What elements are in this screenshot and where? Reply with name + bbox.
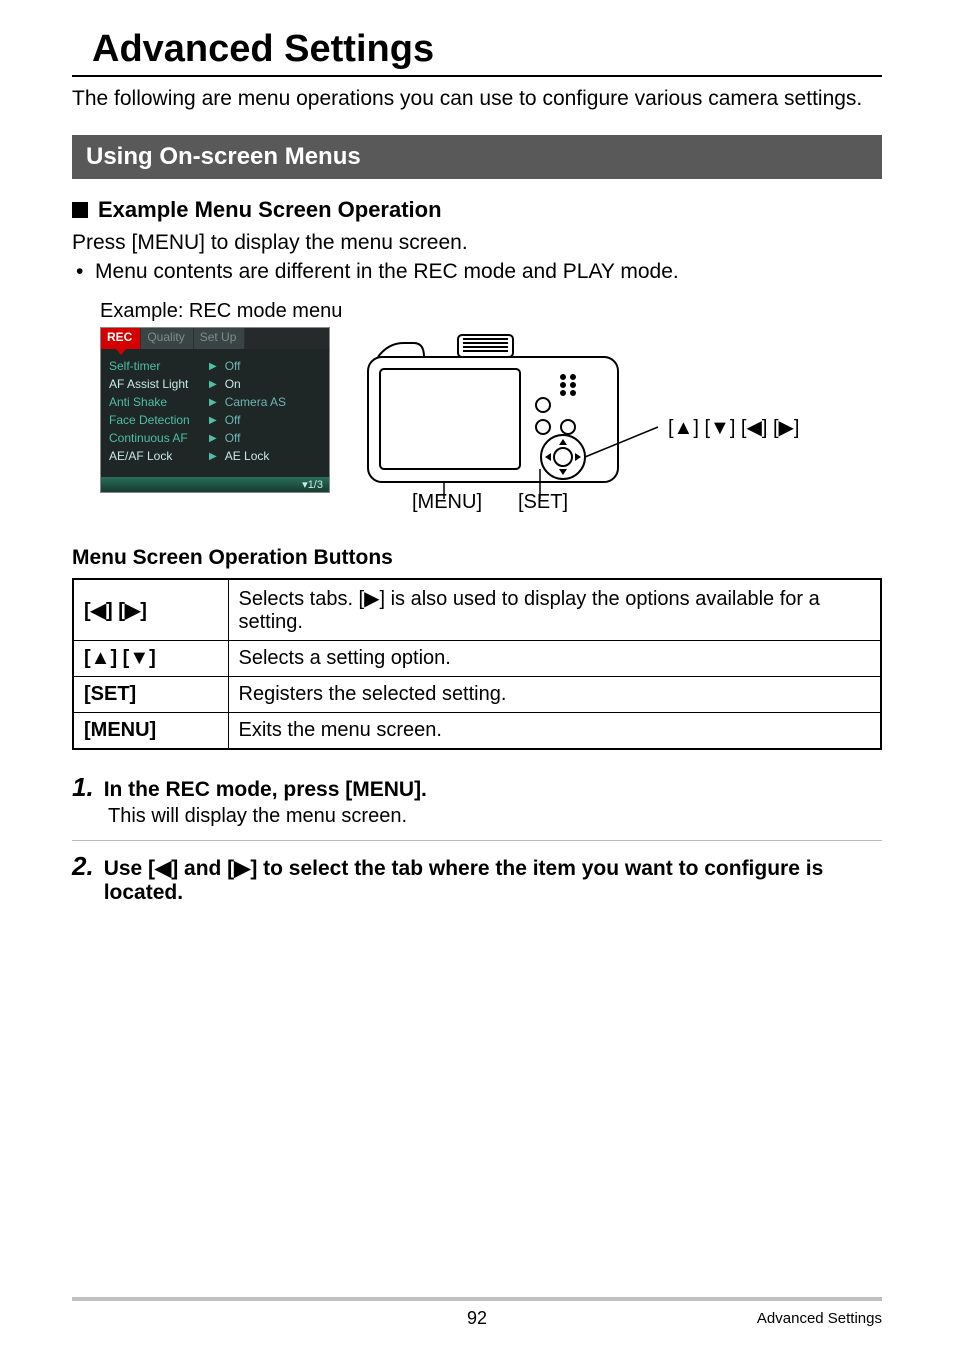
ops-desc: Selects a setting option. — [228, 641, 881, 677]
title-rule — [72, 75, 882, 77]
steps: 1. In the REC mode, press [MENU]. This w… — [72, 772, 882, 905]
example-label: Example: REC mode menu — [100, 300, 882, 323]
chevron-right-icon: ▶ — [209, 397, 217, 408]
step-body: This will display the menu screen. — [108, 805, 882, 828]
ops-table-title: Menu Screen Operation Buttons — [72, 546, 882, 570]
camera-illustration: [MENU] [SET] [▲] [▼] [◀] [▶] — [358, 327, 882, 522]
footer-rule — [72, 1297, 882, 1301]
footer-section: Advanced Settings — [757, 1310, 882, 1327]
press-menu-text: Press [MENU] to display the menu screen. — [72, 229, 882, 257]
mode-note-text: • Menu contents are different in the REC… — [76, 258, 882, 286]
table-row: [SET] Registers the selected setting. — [73, 677, 881, 713]
tab-quality: Quality — [141, 328, 193, 349]
camera-label-dpad: [▲] [▼] [◀] [▶] — [668, 415, 799, 440]
tab-rec: REC — [101, 328, 141, 349]
step-title: In the REC mode, press [MENU]. — [104, 778, 427, 802]
tab-setup: Set Up — [194, 328, 246, 349]
chevron-right-icon: ▶ — [209, 361, 217, 372]
ops-key: [▲] [▼] — [73, 641, 228, 677]
chevron-right-icon: ▶ — [209, 451, 217, 462]
intro-text: The following are menu operations you ca… — [72, 85, 882, 113]
footer-row: 92 Advanced Settings — [72, 1307, 882, 1329]
chevron-right-icon: ▶ — [209, 379, 217, 390]
step-head: 2. Use [◀] and [▶] to select the tab whe… — [72, 851, 882, 905]
ops-table: [◀] [▶] Selects tabs. [▶] is also used t… — [72, 578, 882, 750]
subsection-title: Example Menu Screen Operation — [98, 197, 442, 223]
menu-tabs: REC Quality Set Up — [101, 328, 329, 349]
ops-key: [SET] — [73, 677, 228, 713]
table-row: [◀] [▶] Selects tabs. [▶] is also used t… — [73, 579, 881, 641]
menu-row: AE/AF Lock▶AE Lock — [107, 447, 323, 465]
step-head: 1. In the REC mode, press [MENU]. — [72, 772, 882, 803]
mode-note-inner: Menu contents are different in the REC m… — [95, 260, 679, 283]
figure-row: REC Quality Set Up Self-timer▶Off AF Ass… — [100, 327, 882, 522]
page-title: Advanced Settings — [92, 28, 882, 71]
menu-row: AF Assist Light▶On — [107, 375, 323, 393]
step-2: 2. Use [◀] and [▶] to select the tab whe… — [72, 840, 882, 905]
table-row: [MENU] Exits the menu screen. — [73, 713, 881, 750]
ops-desc: Exits the menu screen. — [228, 713, 881, 750]
page-number: 92 — [467, 1308, 487, 1329]
menu-row: Continuous AF▶Off — [107, 429, 323, 447]
ops-desc: Selects tabs. [▶] is also used to displa… — [228, 579, 881, 641]
footer: 92 Advanced Settings — [72, 1297, 882, 1329]
ops-desc: Registers the selected setting. — [228, 677, 881, 713]
step-title: Use [◀] and [▶] to select the tab where … — [104, 856, 882, 905]
ops-key: [◀] [▶] — [73, 579, 228, 641]
menu-body: Self-timer▶Off AF Assist Light▶On Anti S… — [101, 349, 329, 477]
step-number: 1. — [72, 772, 94, 803]
square-bullet-icon — [72, 202, 88, 218]
menu-row: Anti Shake▶Camera AS — [107, 393, 323, 411]
step-1: 1. In the REC mode, press [MENU]. This w… — [72, 772, 882, 828]
section-heading: Using On-screen Menus — [72, 135, 882, 179]
camera-label-set: [SET] — [518, 491, 568, 514]
menu-pager: ▾1/3 — [101, 477, 329, 492]
menu-row: Face Detection▶Off — [107, 411, 323, 429]
ops-key: [MENU] — [73, 713, 228, 750]
camera-label-menu: [MENU] — [412, 491, 482, 514]
table-row: [▲] [▼] Selects a setting option. — [73, 641, 881, 677]
menu-row: Self-timer▶Off — [107, 357, 323, 375]
rec-menu-screenshot: REC Quality Set Up Self-timer▶Off AF Ass… — [100, 327, 330, 493]
chevron-right-icon: ▶ — [209, 433, 217, 444]
page: Advanced Settings The following are menu… — [0, 0, 954, 1357]
chevron-right-icon: ▶ — [209, 415, 217, 426]
subsection-row: Example Menu Screen Operation — [72, 197, 882, 223]
step-number: 2. — [72, 851, 94, 882]
